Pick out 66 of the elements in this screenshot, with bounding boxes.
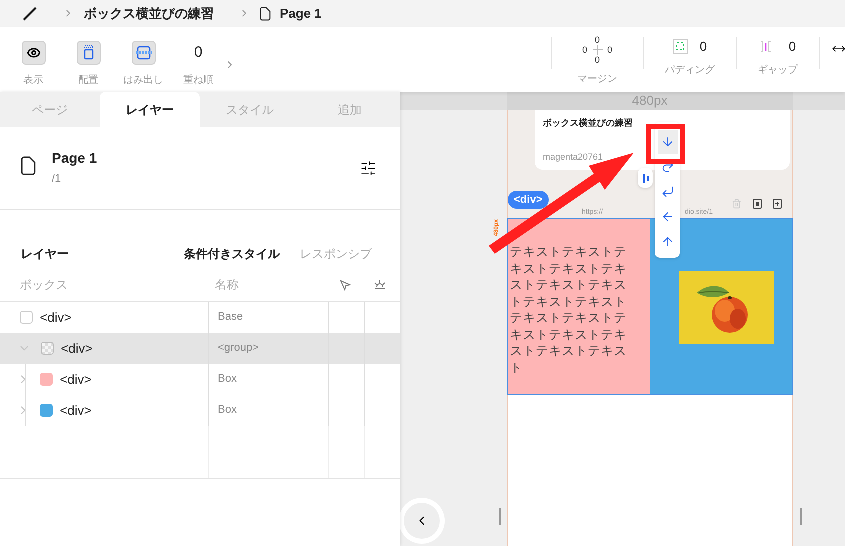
return-icon	[660, 185, 674, 199]
copy-page-icon[interactable]	[753, 199, 762, 209]
breadcrumb-item[interactable]: Page 1	[280, 4, 322, 24]
layer-name: Box	[218, 372, 237, 388]
arrow-left-icon	[660, 210, 674, 224]
crosshair-icon	[592, 45, 602, 55]
layer-tag: <div>	[61, 338, 93, 358]
preview-title: ボックス横並びの練習	[543, 117, 633, 130]
layer-row[interactable]: <div> Box	[0, 364, 400, 395]
arrange-option[interactable]	[658, 130, 678, 154]
position-icon	[82, 45, 94, 61]
breadcrumb-item[interactable]: ボックス横並びの練習	[84, 4, 214, 24]
layer-tag: <div>	[60, 370, 92, 390]
layer-row[interactable]: <div> <group>	[0, 333, 400, 364]
page-icon	[260, 6, 271, 20]
column-header: 名称	[215, 278, 239, 292]
layer-row[interactable]: <div> Base	[0, 302, 400, 333]
pen-icon[interactable]	[22, 6, 38, 22]
position-button[interactable]	[76, 41, 100, 65]
toolbar-label: 重ね順	[184, 74, 214, 88]
group-icon	[41, 342, 54, 355]
gap-value[interactable]: 0	[788, 37, 796, 56]
toolbar-label: パディング	[665, 64, 715, 78]
toolbar-label: 配置	[78, 74, 98, 88]
visibility-button[interactable]	[22, 41, 46, 65]
eye-icon	[26, 46, 40, 60]
gap-icon	[760, 40, 772, 53]
layer-tag: <div>	[60, 400, 92, 420]
sunrise-icon	[373, 279, 387, 291]
z-index-value[interactable]: 0	[194, 42, 203, 64]
padding-value[interactable]: 0	[700, 37, 708, 56]
panel-tab[interactable]: レイヤー	[100, 92, 200, 127]
settings-icon[interactable]	[360, 160, 377, 176]
page-path: /1	[52, 172, 62, 188]
margin-left[interactable]: 0	[582, 45, 588, 55]
layer-mode-tab[interactable]: 条件付きスタイル	[184, 244, 280, 262]
column-header: ボックス	[20, 278, 68, 292]
resize-handle[interactable]	[800, 508, 802, 525]
resize-handle[interactable]	[499, 508, 501, 525]
width-label: 480px	[632, 92, 668, 110]
layer-name: <group>	[218, 341, 259, 356]
margin-right[interactable]: 0	[608, 45, 613, 55]
box-text: テキストテキストテキストテキストテキストテキストテキストテキストテキストテキストテキストテキストテキストテキストテキストテキスト	[510, 244, 627, 376]
margin-bottom[interactable]: 0	[594, 55, 600, 65]
padding-icon	[672, 39, 688, 54]
layer-name: Box	[218, 403, 237, 418]
toolbar-label: 表示	[24, 74, 44, 88]
add-page-icon[interactable]	[773, 199, 782, 209]
element-badge[interactable]: <div>	[508, 191, 549, 209]
margin-top[interactable]: 0	[594, 35, 600, 45]
handle-button[interactable]	[638, 168, 653, 188]
preview-url: magenta20761	[543, 150, 604, 164]
toolbar-label: ギャップ	[758, 64, 798, 78]
overflow-icon	[134, 46, 152, 60]
overflow-button[interactable]	[132, 41, 156, 65]
box-icon	[20, 311, 33, 324]
bar-icon	[642, 174, 648, 182]
layer-name: Base	[218, 310, 244, 326]
cursor-icon	[339, 278, 352, 292]
toolbar-label: マージン	[578, 73, 618, 87]
layer-tag: <div>	[40, 308, 72, 328]
page-icon	[21, 156, 36, 176]
section-title: レイヤー	[21, 246, 69, 262]
layer-row[interactable]: <div> Box	[0, 395, 400, 426]
page-title: Page 1	[52, 149, 98, 168]
toolbar-label: はみ出し	[124, 74, 164, 88]
